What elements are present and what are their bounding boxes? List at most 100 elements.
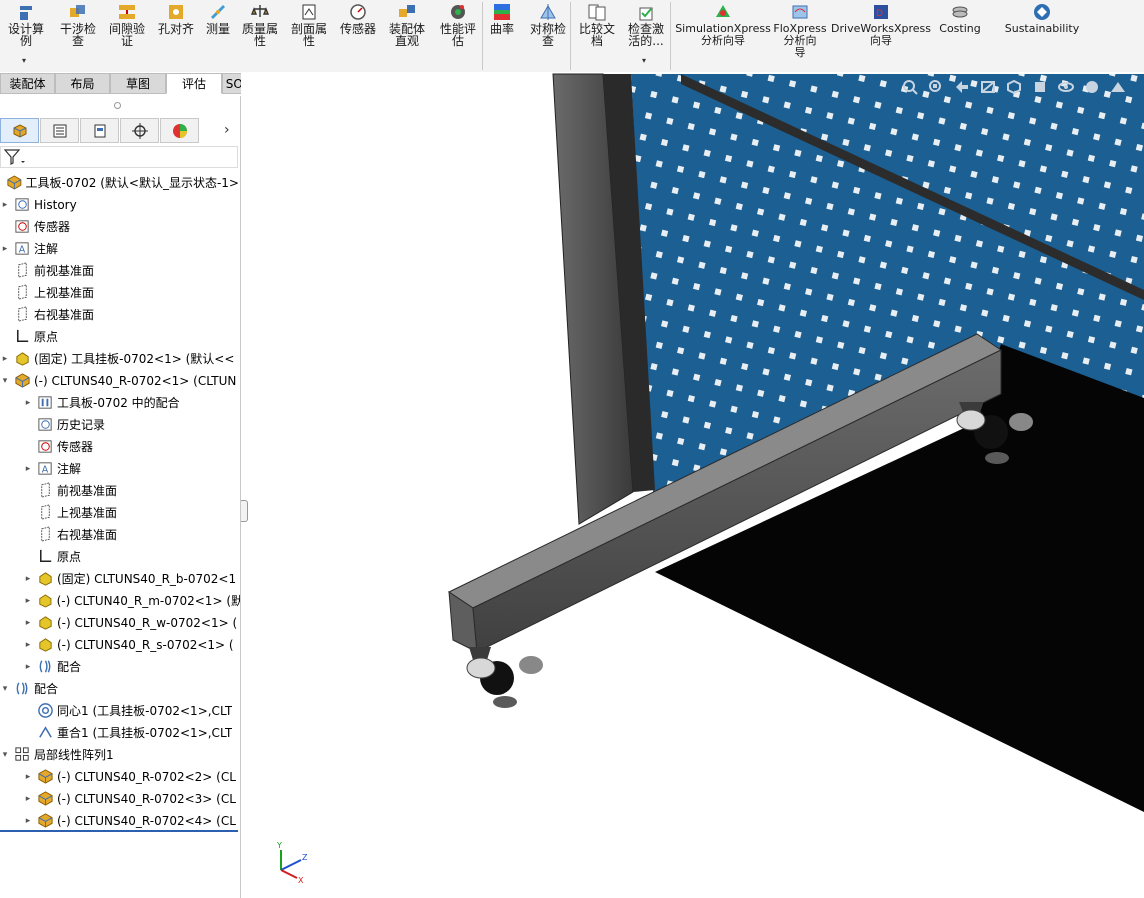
tree-item[interactable]: 右视基准面 <box>23 524 240 545</box>
graphics-viewport[interactable]: Y Z X <box>241 72 1144 898</box>
tree-item[interactable]: ▸ (-) CLTUN40_R_m-0702<1> (默 <box>23 590 240 611</box>
ribbon-button-performance-evaluation[interactable]: 性能评 估 <box>436 2 480 47</box>
view-orientation-icon[interactable] <box>1005 78 1023 96</box>
ribbon-button-curvature[interactable]: 曲率 <box>486 2 518 35</box>
expand-arrow-icon[interactable]: ▸ <box>23 596 33 606</box>
apply-scene-icon[interactable] <box>1109 78 1127 96</box>
heads-up-view-toolbar <box>901 78 1127 96</box>
ribbon-button-section-properties[interactable]: 剖面属 性 <box>287 2 331 47</box>
ribbon-button-simulationxpress[interactable]: SimulationXpress 分析向导 <box>675 2 771 47</box>
tree-item[interactable]: ▸ A 注解 <box>0 238 240 259</box>
tree-item[interactable]: ▸ (固定) 工具挂板-0702<1> (默认<< <box>0 348 240 369</box>
collapse-arrow-icon[interactable]: ▾ <box>0 376 10 386</box>
tree-item[interactable]: 同心1 (工具挂板-0702<1>,CLT <box>23 700 240 721</box>
collapse-arrow-icon[interactable]: ▾ <box>0 684 10 694</box>
tree-item[interactable]: 原点 <box>23 546 240 567</box>
expand-arrow-icon[interactable]: ▸ <box>23 662 33 672</box>
tree-item[interactable]: ▸ (-) CLTUNS40_R-0702<4> (CL <box>23 810 240 831</box>
tree-item[interactable]: ▾ (-) CLTUNS40_R-0702<1> (CLTUN <box>0 370 240 391</box>
tree-item[interactable]: 上视基准面 <box>23 502 240 523</box>
configuration-manager-tab[interactable] <box>80 118 119 143</box>
ribbon-dropdown-arrow-icon[interactable]: ▾ <box>642 56 646 65</box>
expand-arrow-icon[interactable]: ▸ <box>23 794 33 804</box>
tree-item[interactable]: ▸ A 注解 <box>23 458 240 479</box>
dimxpert-tab[interactable] <box>120 118 159 143</box>
tree-item[interactable]: 重合1 (工具挂板-0702<1>,CLT <box>23 722 240 743</box>
tree-item[interactable]: 前视基准面 <box>0 260 240 281</box>
ribbon-button-clearance-verification[interactable]: 间隙验 证 <box>105 2 149 47</box>
tree-item[interactable]: 历史记录 <box>23 414 240 435</box>
tree-item[interactable]: 原点 <box>0 326 240 347</box>
expand-arrow-icon[interactable]: ▸ <box>23 772 33 782</box>
hide-show-items-icon[interactable] <box>1057 78 1075 96</box>
ribbon-button-symmetry-check[interactable]: 对称检 查 <box>526 2 570 47</box>
tree-item[interactable]: 前视基准面 <box>23 480 240 501</box>
zoom-to-fit-icon[interactable] <box>901 78 919 96</box>
tab-2[interactable]: 草图 <box>110 73 166 94</box>
tree-item[interactable]: ▾ 配合 <box>0 678 240 699</box>
viewport-splitter-handle[interactable] <box>241 500 248 522</box>
ribbon-dropdown-arrow-icon[interactable]: ▾ <box>22 56 26 65</box>
expand-arrow-icon[interactable]: ▸ <box>0 244 10 254</box>
tree-item[interactable]: ▸ History <box>0 194 240 215</box>
tree-item[interactable]: ▾ 局部线性阵列1 <box>0 744 240 765</box>
ribbon-button-check-active[interactable]: 检查激 活的... <box>624 2 668 47</box>
ribbon-button-sensor[interactable]: 传感器 <box>336 2 380 35</box>
ribbon-button-mass-properties[interactable]: 质量属 性 <box>238 2 282 47</box>
rollback-bar[interactable] <box>0 830 238 832</box>
tree-item[interactable]: 传感器 <box>0 216 240 237</box>
panel-splitter-handle[interactable] <box>114 102 121 109</box>
plane-icon <box>18 262 27 278</box>
section-properties-icon <box>302 4 316 20</box>
tree-item[interactable]: ▸ (-) CLTUNS40_R_s-0702<1> ( <box>23 634 240 655</box>
ribbon-button-interference-detection[interactable]: 干涉检 查 <box>56 2 100 47</box>
ribbon-button-assemblyxpert[interactable]: 装配体 直观 <box>385 2 429 47</box>
tab-0[interactable]: 装配体 <box>0 73 55 94</box>
ribbon-button-measure[interactable]: 测量 <box>202 2 234 35</box>
tree-item[interactable]: ▸ (-) CLTUNS40_R-0702<3> (CL <box>23 788 240 809</box>
section-view-icon[interactable] <box>979 78 997 96</box>
expand-arrow-icon[interactable]: ▸ <box>23 618 33 628</box>
filter-icon[interactable] <box>3 147 27 167</box>
tree-item[interactable]: ▸ 配合 <box>23 656 240 677</box>
ribbon-button-driveworksxpress[interactable]: D DriveWorksXpress 向导 <box>831 2 931 47</box>
tree-item[interactable]: ▸ (-) CLTUNS40_R_w-0702<1> ( <box>23 612 240 633</box>
tree-item[interactable]: 传感器 <box>23 436 240 457</box>
ribbon-separator <box>570 2 571 70</box>
ribbon-button-hole-alignment[interactable]: 孔对齐 <box>154 2 198 35</box>
property-manager-tab[interactable] <box>40 118 79 143</box>
zoom-area-icon[interactable] <box>927 78 945 96</box>
display-manager-tab[interactable] <box>160 118 199 143</box>
display-style-icon[interactable] <box>1031 78 1049 96</box>
tree-item[interactable]: ▸ (固定) CLTUNS40_R_b-0702<1 <box>23 568 240 589</box>
tree-item[interactable]: ▸ 工具板-0702 中的配合 <box>23 392 240 413</box>
ribbon-button-costing[interactable]: Costing <box>936 2 984 35</box>
expand-arrow-icon[interactable]: ▸ <box>23 464 33 474</box>
expand-arrow-icon[interactable]: ▸ <box>23 574 33 584</box>
panel-tabs-more-arrow[interactable]: › <box>224 122 230 138</box>
tree-filter-bar[interactable] <box>0 146 238 168</box>
tree-item-label: 工具板-0702 (默认<默认_显示状态-1>) <box>25 176 240 190</box>
expand-arrow-icon[interactable]: ▸ <box>0 200 10 210</box>
previous-view-icon[interactable] <box>953 78 971 96</box>
caster-wheel-front[interactable] <box>466 647 543 708</box>
tree-item[interactable]: 右视基准面 <box>0 304 240 325</box>
model-scene[interactable]: Y Z X <box>241 72 1144 898</box>
ribbon-button-design-study[interactable]: 设计算 例 <box>2 2 50 47</box>
ribbon-button-label: 曲率 <box>489 22 514 36</box>
tree-item[interactable]: ▸ (-) CLTUNS40_R-0702<2> (CL <box>23 766 240 787</box>
tab-1[interactable]: 布局 <box>55 73 110 94</box>
ribbon-button-floxpress[interactable]: FloXpress 分析向 导 <box>773 2 827 59</box>
feature-manager-tab[interactable] <box>0 118 39 143</box>
tab-3[interactable]: 评估 <box>166 73 222 94</box>
tree-item[interactable]: 上视基准面 <box>0 282 240 303</box>
tree-root-item[interactable]: 工具板-0702 (默认<默认_显示状态-1>) <box>0 172 240 193</box>
expand-arrow-icon[interactable]: ▸ <box>23 816 33 826</box>
ribbon-button-compare-documents[interactable]: 比较文 档 <box>575 2 619 47</box>
collapse-arrow-icon[interactable]: ▾ <box>0 750 10 760</box>
edit-appearance-icon[interactable] <box>1083 78 1101 96</box>
expand-arrow-icon[interactable]: ▸ <box>23 640 33 650</box>
expand-arrow-icon[interactable]: ▸ <box>23 398 33 408</box>
ribbon-button-sustainability[interactable]: Sustainability <box>1004 2 1080 35</box>
expand-arrow-icon[interactable]: ▸ <box>0 354 10 364</box>
